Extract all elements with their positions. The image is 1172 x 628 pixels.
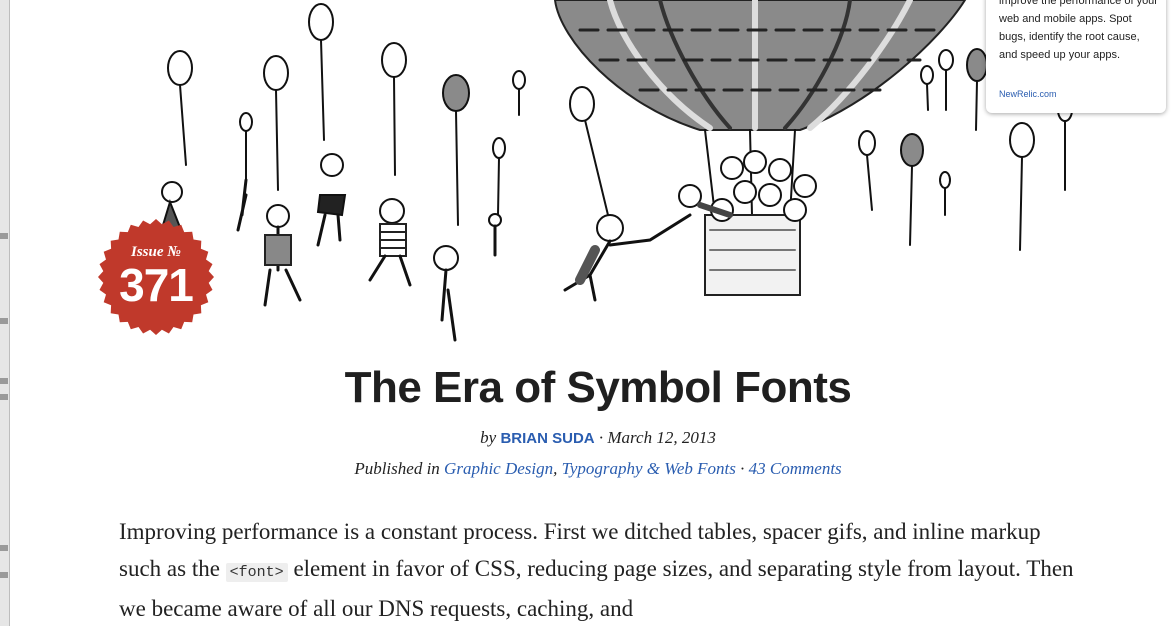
edge-marker xyxy=(0,572,8,578)
publish-date: March 12, 2013 xyxy=(607,428,716,447)
edge-marker xyxy=(0,318,8,324)
byline: by BRIAN SUDA · March 12, 2013 xyxy=(0,428,1172,448)
browser-window-edge xyxy=(0,0,10,626)
article-title: The Era of Symbol Fonts xyxy=(344,363,852,412)
category-separator: , xyxy=(553,459,562,478)
date-separator: · xyxy=(594,428,608,447)
byline-prefix: by xyxy=(480,428,497,447)
published-in: Published in Graphic Design, Typography … xyxy=(0,459,1172,479)
ad-link[interactable]: NewRelic.com xyxy=(999,89,1057,99)
category-link-typography[interactable]: Typography & Web Fonts xyxy=(562,459,736,478)
category-link-graphic-design[interactable]: Graphic Design xyxy=(444,459,553,478)
edge-marker xyxy=(0,545,8,551)
author-link[interactable]: BRIAN SUDA xyxy=(500,430,594,447)
ad-text: improve the performance of your web and … xyxy=(999,0,1158,61)
article-body: Improving performance is a constant proc… xyxy=(119,514,1079,628)
sponsor-ad[interactable]: improve the performance of your web and … xyxy=(986,0,1166,113)
comments-separator: · xyxy=(735,459,749,478)
published-prefix: Published in xyxy=(354,459,440,478)
edge-marker xyxy=(0,233,8,239)
badge-issue-number: 371 xyxy=(119,259,194,311)
comments-link[interactable]: 43 Comments xyxy=(749,459,842,478)
issue-badge: Issue № 371 xyxy=(97,218,215,336)
font-element-code: <font> xyxy=(225,562,288,582)
